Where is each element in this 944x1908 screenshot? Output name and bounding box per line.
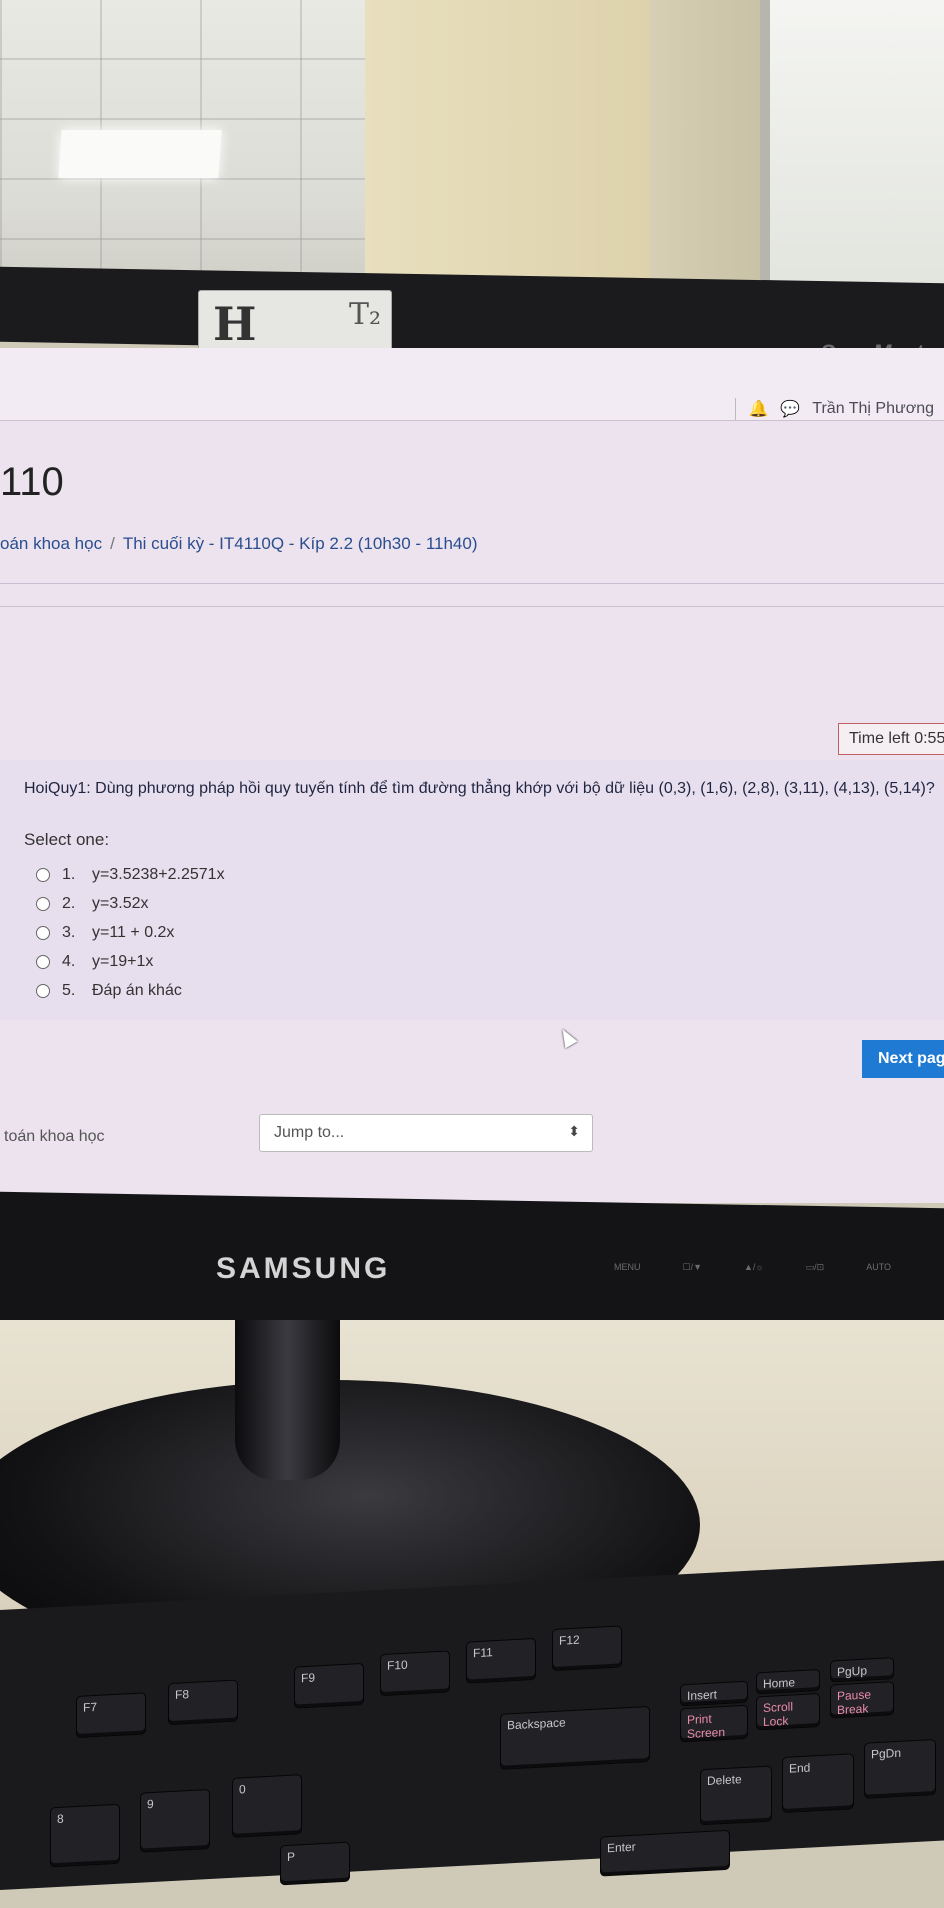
key-insert[interactable]: Insert <box>680 1680 748 1707</box>
notification-bell-icon[interactable]: 🔔 <box>748 399 768 419</box>
option-text: y=3.5238+2.2571x <box>92 865 225 883</box>
select-arrows-icon: ⬍ <box>568 1123 580 1139</box>
ceiling-light <box>58 130 222 178</box>
answer-option[interactable]: 1. y=3.5238+2.2571x <box>36 860 225 889</box>
key-home[interactable]: Home <box>756 1669 820 1695</box>
key-f8[interactable]: F8 <box>168 1679 238 1726</box>
next-page-button[interactable]: Next page <box>862 1040 944 1078</box>
monitor-menu-button[interactable]: MENU <box>614 1262 641 1273</box>
key-f12[interactable]: F12 <box>552 1625 622 1672</box>
divider <box>0 606 944 607</box>
divider <box>0 583 944 584</box>
key-delete[interactable]: Delete <box>700 1765 772 1826</box>
option-number: 5. <box>62 981 76 999</box>
option-text: y=3.52x <box>92 894 149 912</box>
select-one-label: Select one: <box>24 830 110 849</box>
question-panel: HoiQuy1: Dùng phương pháp hồi quy tuyến … <box>0 760 944 1020</box>
key-f11[interactable]: F11 <box>466 1637 536 1684</box>
answer-option[interactable]: 4. y=19+1x <box>36 947 225 976</box>
answer-options: 1. y=3.5238+2.2571x 2. y=3.52x 3. y=11 +… <box>36 860 225 1005</box>
radio-button[interactable] <box>36 983 50 998</box>
pillar <box>650 0 760 300</box>
monitor-stand-neck <box>235 1320 340 1480</box>
key-f9[interactable]: F9 <box>294 1662 364 1709</box>
samsung-logo: SAMSUNG <box>216 1252 391 1285</box>
user-menu: 🔔 💬 Trần Thị Phương <box>735 398 934 420</box>
jump-to-select[interactable]: Jump to... ⬍ <box>259 1114 593 1152</box>
monitor-top-bezel <box>0 266 944 359</box>
monitor-source-button[interactable]: ☐/▼ <box>683 1262 702 1273</box>
screen: 🔔 💬 Trần Thị Phương 110 oán khoa học / Thi… <box>0 348 944 1203</box>
monitor-buttons: MENU ☐/▼ ▲/☼ ▭/⊡ AUTO <box>614 1262 891 1273</box>
option-text: y=11 + 0.2x <box>92 923 175 941</box>
user-name[interactable]: Trần Thị Phương <box>812 400 934 418</box>
breadcrumb-quiz-link[interactable]: Thi cuối kỳ - IT4110Q - Kíp 2.2 (10h30 -… <box>123 534 478 553</box>
monitor-mode-button[interactable]: ▭/⊡ <box>806 1262 825 1273</box>
breadcrumb-course-link[interactable]: oán khoa học <box>0 534 102 553</box>
key-9[interactable]: 9 <box>140 1788 210 1853</box>
jump-to-placeholder: Jump to... <box>274 1124 345 1141</box>
key-pgup[interactable]: PgUp <box>830 1657 894 1683</box>
top-navbar: 🔔 💬 Trần Thị Phương <box>0 348 944 421</box>
key-pgdn[interactable]: PgDn <box>864 1738 936 1799</box>
breadcrumb: oán khoa học / Thi cuối kỳ - IT4110Q - Kíp… <box>0 534 478 554</box>
radio-button[interactable] <box>36 896 50 911</box>
key-0[interactable]: 0 <box>232 1774 302 1838</box>
answer-option[interactable]: 2. y=3.52x <box>36 889 225 918</box>
mouse-cursor-icon <box>556 1025 578 1049</box>
wall <box>365 0 655 300</box>
key-p[interactable]: P <box>280 1841 350 1886</box>
key-pause-break[interactable]: Pause Break <box>830 1681 894 1719</box>
monitor-auto-button[interactable]: AUTO <box>866 1262 891 1273</box>
option-number: 3. <box>62 923 76 941</box>
radio-button[interactable] <box>36 867 50 882</box>
answer-option[interactable]: 3. y=11 + 0.2x <box>36 918 225 947</box>
footer-course-link[interactable]: toán khoa học <box>4 1128 105 1146</box>
quiz-timer: Time left 0:55: <box>838 723 944 755</box>
key-scroll-lock[interactable]: Scroll Lock <box>756 1693 820 1731</box>
option-number: 4. <box>62 952 76 970</box>
key-8[interactable]: 8 <box>50 1803 120 1868</box>
monitor-brightness-button[interactable]: ▲/☼ <box>744 1262 764 1273</box>
option-text: Đáp án khác <box>92 981 182 999</box>
key-enter[interactable]: Enter <box>600 1829 730 1877</box>
radio-button[interactable] <box>36 925 50 940</box>
messages-icon[interactable]: 💬 <box>780 399 800 419</box>
question-text: HoiQuy1: Dùng phương pháp hồi quy tuyến … <box>24 780 935 797</box>
navbar-divider <box>735 398 737 420</box>
key-f7[interactable]: F7 <box>76 1692 146 1739</box>
key-f10[interactable]: F10 <box>380 1650 450 1697</box>
breadcrumb-separator: / <box>110 534 115 553</box>
sticker-mark: H <box>213 297 257 351</box>
option-number: 2. <box>62 894 76 912</box>
window <box>760 0 944 290</box>
page-title: 110 <box>0 460 64 504</box>
radio-button[interactable] <box>36 954 50 969</box>
sticker-mark-2: T₂ <box>348 297 381 332</box>
option-text: y=19+1x <box>92 952 154 970</box>
keyboard: F7 F8 F9 F10 F11 F12 Backspace Insert Pr… <box>0 1560 944 1890</box>
option-number: 1. <box>62 865 76 883</box>
key-end[interactable]: End <box>782 1753 854 1814</box>
key-print-screen[interactable]: Print Screen <box>680 1704 748 1743</box>
key-backspace[interactable]: Backspace <box>500 1705 650 1770</box>
answer-option[interactable]: 5. Đáp án khác <box>36 976 225 1005</box>
